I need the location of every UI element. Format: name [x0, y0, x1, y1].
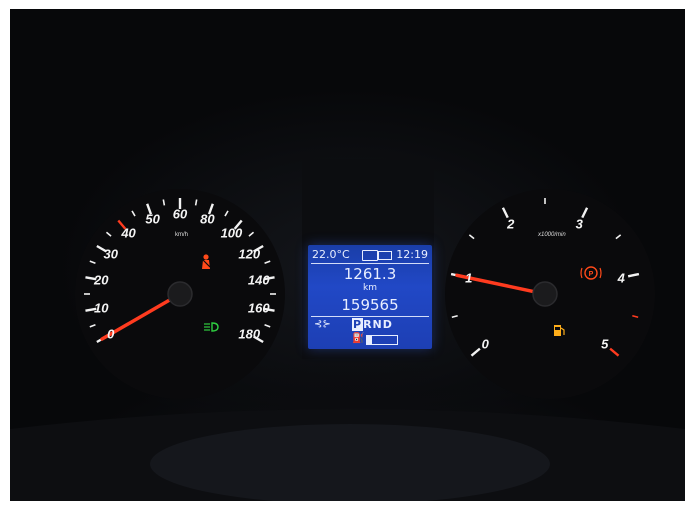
speedometer-label: 60 — [172, 206, 188, 222]
steering-hub-shadow — [150, 424, 550, 501]
tachometer-unit: x1000/min — [538, 232, 566, 238]
fuel-gauge: ⛽ — [308, 333, 432, 346]
divider — [311, 316, 429, 317]
divider — [311, 263, 429, 264]
outside-temperature: 22.0°C — [312, 248, 350, 261]
tachometer-label: 5 — [601, 336, 609, 352]
tachometer-label: 2 — [507, 216, 515, 232]
speedometer-label: 180 — [238, 326, 261, 342]
fuel-bar-fill — [367, 336, 372, 344]
lane-assist-icon: ⊰⊱ — [314, 319, 331, 330]
speedometer-label: 50 — [145, 211, 160, 227]
speedometer-label: 160 — [247, 300, 270, 316]
speedometer-label: 20 — [93, 272, 109, 288]
multifunction-display: 22.0°C 12:19 1261.3 km 159565 ⊰⊱ PRND ⛽ — [308, 245, 432, 349]
speedometer-label: 80 — [200, 211, 215, 227]
fuel-bar — [366, 335, 398, 345]
gear-active: P — [352, 318, 364, 331]
speedometer-label: 100 — [220, 225, 243, 241]
speedometer-label: 30 — [103, 246, 118, 262]
trip-unit: km — [363, 283, 377, 293]
tachometer-label: 3 — [575, 216, 583, 232]
svg-text:P: P — [589, 271, 594, 278]
tachometer-label: 1 — [465, 270, 473, 286]
gear-others: RND — [363, 318, 393, 331]
speedometer-tick — [162, 199, 166, 206]
tachometer-label: 4 — [617, 270, 625, 286]
speedometer-label: 40 — [121, 225, 136, 241]
gear-indicator: ⊰⊱ PRND — [308, 318, 432, 332]
speedometer-label: 140 — [247, 272, 270, 288]
tachometer-hub — [532, 281, 558, 307]
speedometer-hub — [167, 281, 193, 307]
fuel-pump-icon: ⛽ — [352, 333, 365, 344]
battery-icon — [378, 251, 392, 260]
trip-distance: 1261.3 — [343, 265, 397, 283]
speedometer-label: 0 — [107, 326, 115, 342]
speedometer-label: 120 — [238, 246, 261, 262]
speedometer-label: 10 — [93, 300, 109, 316]
speedometer-tick — [194, 199, 198, 206]
clock: 12:19 — [396, 248, 428, 261]
status-bar: 22.0°C 12:19 — [308, 248, 432, 263]
odometer: 159565 — [341, 296, 399, 314]
speedometer-unit: km/h — [175, 232, 189, 238]
tachometer-label: 0 — [481, 336, 489, 352]
camper-icon — [362, 250, 378, 261]
